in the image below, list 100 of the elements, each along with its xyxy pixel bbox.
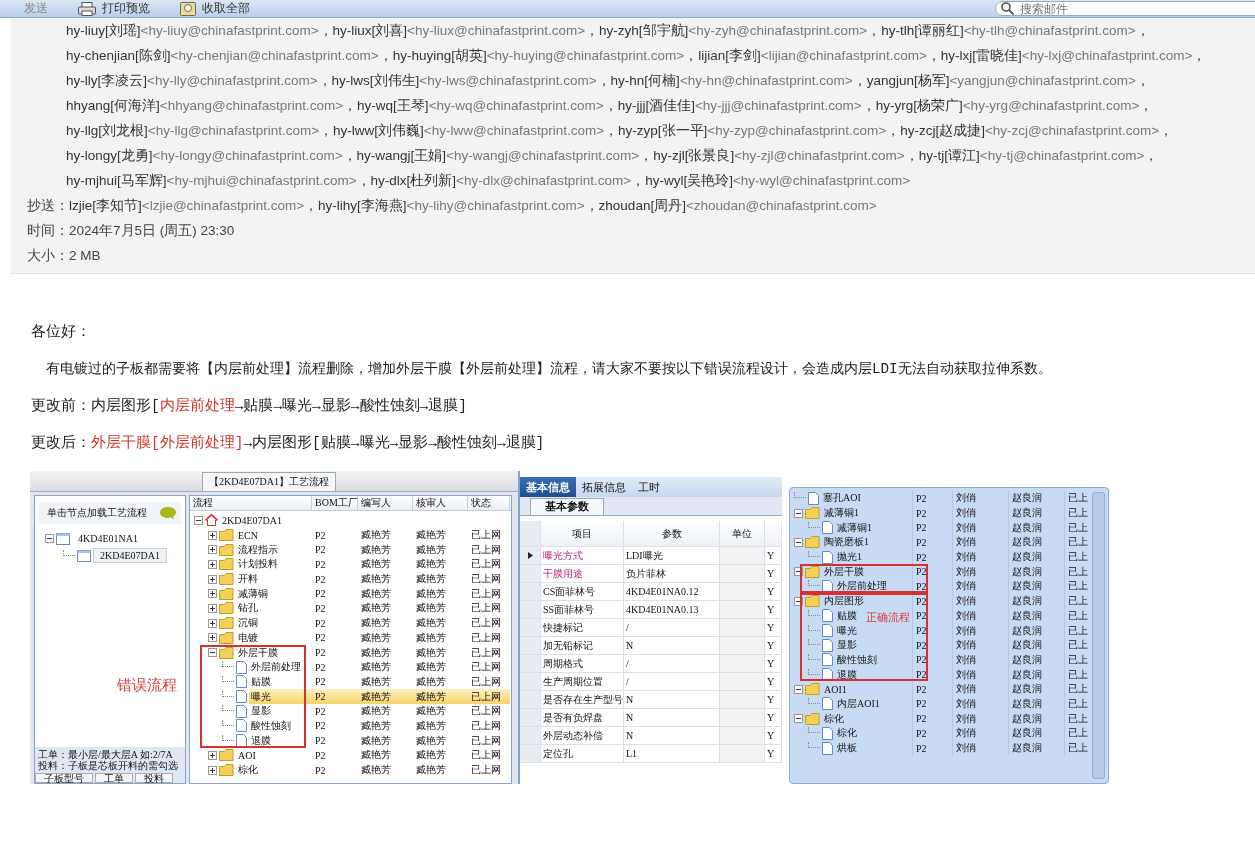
table-cell: 赵良润 [1008,711,1064,726]
tree-node[interactable]: 显影 [835,637,859,653]
tree-node[interactable]: 钻孔 [236,601,260,616]
tree-node[interactable]: 烘板 [835,740,859,756]
tab[interactable]: 基本参数 [530,498,604,515]
expand-toggle[interactable] [794,508,803,518]
table-cell-text: P2 [314,631,327,646]
tree-node[interactable]: 曝光 [835,623,859,638]
tree-node[interactable]: 外层前处理 [835,579,889,594]
tree-node[interactable]: 酸性蚀刻 [835,652,879,668]
tree-node[interactable]: 开料 [236,571,260,587]
table-cell: 已上网 [468,689,510,704]
table-cell-text: 臧艳芳 [360,616,392,631]
expand-toggle[interactable] [208,603,217,613]
tree-node[interactable]: 内层AOI1 [835,696,882,712]
table-cell-text: 臧艳芳 [360,763,392,778]
document-icon [236,719,247,733]
tree-node[interactable]: 退膜 [249,733,273,748]
tree-node[interactable]: 外层干膜 [822,564,866,580]
tree-node[interactable]: 棕化 [822,711,846,726]
table-cell: P2 [912,608,952,624]
tab[interactable]: 工时 [632,477,666,497]
greeting: 各位好： [31,323,91,341]
column-header: 单位 [720,521,765,546]
tree-node[interactable]: 曝光 [249,689,312,704]
expand-toggle[interactable] [45,534,54,543]
tree-node[interactable]: 沉铜 [236,615,260,631]
tree-node[interactable]: 酸性蚀刻 [249,718,293,734]
table-cell: 刘俏 [952,623,1008,638]
table-cell-text: 臧艳芳 [360,528,392,543]
tree-node[interactable]: 棕化 [835,726,859,741]
scrollbar[interactable] [1092,492,1105,779]
expand-toggle[interactable] [208,648,217,658]
tree-node[interactable]: 内层图形 [822,593,866,609]
tree-node[interactable]: 贴膜 [835,608,859,624]
panel-tab[interactable]: 子板型号 [35,773,93,783]
document-icon [236,660,247,674]
table-cell-text: 臧艳芳 [360,733,392,748]
tree-node[interactable]: AOI [236,748,258,763]
tree-node[interactable]: 2KD4E07DA1 [93,548,167,563]
tree-node[interactable]: 陶瓷磨板1 [822,535,871,550]
window-tab[interactable]: 【2KD4E07DA1】工艺流程 [202,472,336,491]
expand-toggle[interactable] [208,559,217,569]
toolbar-button[interactable]: 打印预览 [78,0,150,18]
tree-node[interactable]: 减薄铜 [236,586,270,602]
tree-node[interactable]: 4KD4E01NA1 [72,532,144,545]
folder-icon [219,631,234,644]
expand-toggle[interactable] [794,537,803,547]
panel-tab[interactable]: 投料 [135,773,173,783]
table-cell-text: P2 [314,572,327,587]
tree-node[interactable]: 流程指示 [236,542,280,558]
expand-toggle[interactable] [794,684,803,694]
expand-toggle[interactable] [794,714,803,724]
expand-toggle[interactable] [208,633,217,643]
expand-toggle[interactable] [208,589,217,599]
table-cell-text: 臧艳芳 [360,586,392,601]
tree-node[interactable]: 退膜 [835,667,859,682]
table-cell-text: 已上网 [470,572,502,587]
tree-node[interactable]: 外层前处理 [249,659,303,675]
expand-toggle[interactable] [208,765,217,775]
expand-toggle[interactable] [208,545,217,555]
folder-icon [805,507,820,520]
table-cell: P2 [912,505,952,521]
recipient-list: hy-mjhui[马军辉]<hy-mjhui@chinafastprint.com>，hy-dlx[杜列新]<hy-dlx@chinafastprint.com>，hy-wyl[吴艳玲]<hy-wyl@chinafastprint.com> [66,171,911,190]
tree-node[interactable]: 电镀 [236,630,260,646]
expand-toggle[interactable] [794,596,803,606]
window-icon [56,532,70,545]
table-cell: 刘俏 [952,696,1008,712]
expand-toggle[interactable] [208,574,217,584]
tree-node[interactable]: 2KD4E07DA1 [220,513,284,528]
tree-node[interactable]: 外层干膜 [236,645,280,660]
table-cell: 赵良润 [1008,549,1064,565]
tree-node[interactable]: 计划投料 [236,557,280,572]
table-cell: P2 [912,667,952,682]
toolbar-button[interactable]: 收取全部 [180,0,250,18]
document-icon [822,653,833,667]
expand-toggle[interactable] [194,515,203,525]
tab[interactable]: 基本信息 [520,477,576,497]
table-cell: 刘俏 [952,667,1008,682]
expand-toggle[interactable] [208,618,217,628]
expand-toggle[interactable] [794,567,803,577]
tree-node[interactable]: 塞孔AOI [821,491,863,506]
table-cell: P2 [912,637,952,653]
search-field[interactable]: 搜索邮件 [995,1,1255,16]
message-size: 2 MB [69,248,101,263]
expand-toggle[interactable] [208,750,217,760]
speech-bubble-icon [159,506,177,520]
tree-node[interactable]: ECN [236,527,260,543]
document-icon [822,550,833,564]
tab[interactable]: 拓展信息 [576,477,632,497]
tree-node[interactable]: 减薄铜1 [835,520,874,536]
tree-node[interactable]: 抛光1 [835,549,864,565]
table-cell-text: 已上网 [470,616,502,631]
tree-node[interactable]: 减薄铜1 [822,505,861,521]
tree-node[interactable]: AOI1 [822,681,849,697]
tree-node[interactable]: 棕化 [236,762,260,778]
tree-node[interactable]: 贴膜 [249,674,273,690]
tree-node[interactable]: 显影 [249,703,273,719]
panel-tab[interactable]: 工单 [95,773,133,783]
expand-toggle[interactable] [208,530,217,540]
